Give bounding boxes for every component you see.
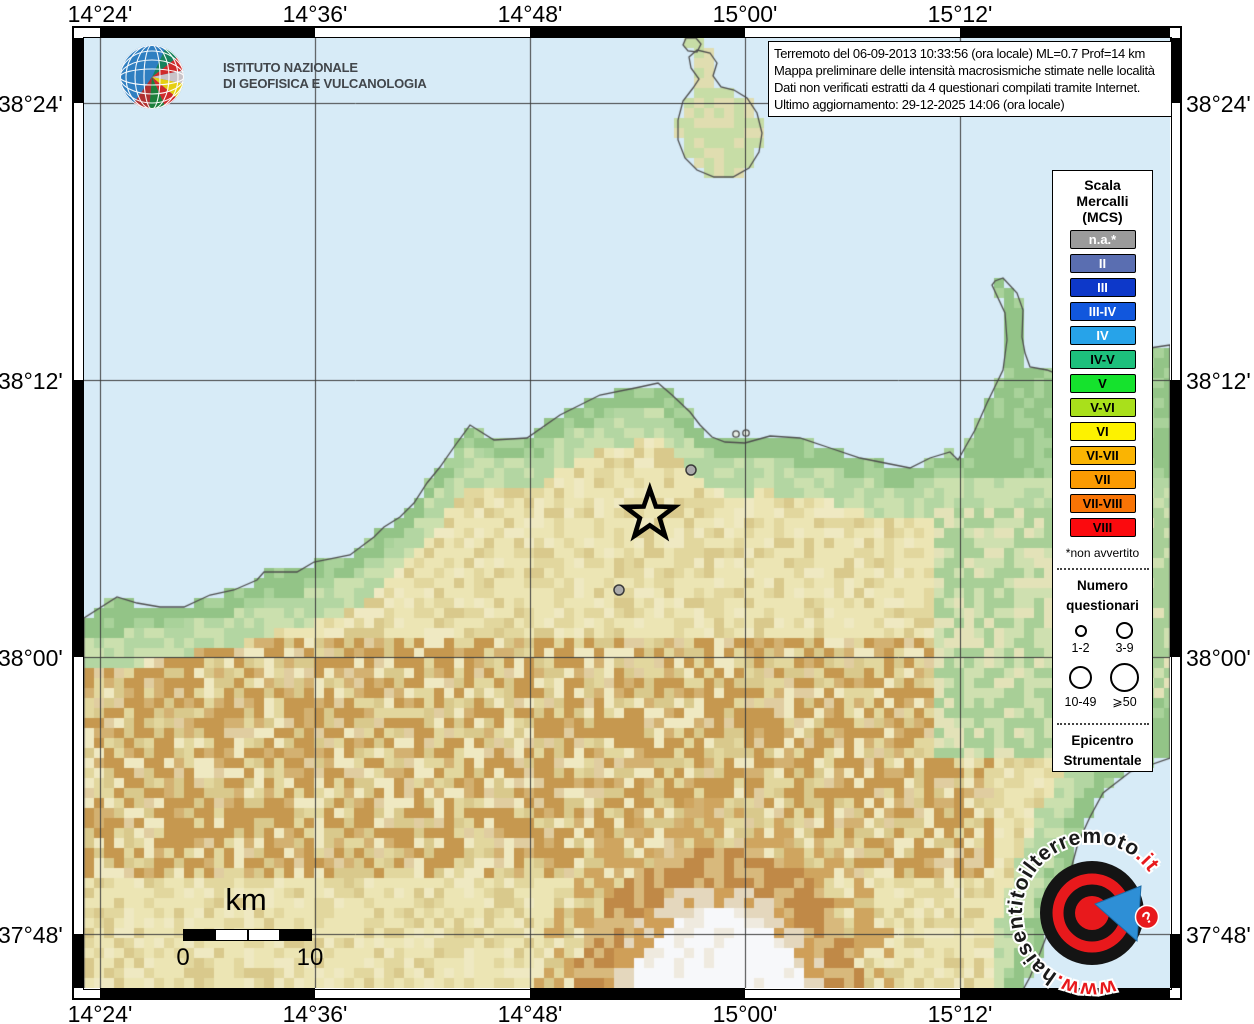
questionnaire-size-label: 3-9 [1115,641,1134,655]
frame-band-segment [84,28,100,38]
ingv-wordmark: ISTITUTO NAZIONALE DI GEOFISICA E VULCAN… [223,60,427,92]
frame-band-segment [745,28,960,38]
top-tick-label: 14°48' [497,1,563,27]
frame-band-segment [1170,380,1180,657]
frame-band-segment [1170,103,1180,380]
scalebar-segment [214,930,248,940]
scalebar-unit: km [225,882,267,917]
frame-band-segment [84,988,100,998]
legend-title-line: Scala [1084,177,1121,193]
frame-band-segment [74,380,84,657]
left-tick-label: 38°00' [0,645,63,671]
questionnaire-title-line: Numero [1076,578,1128,593]
frame-band-segment [745,988,960,998]
info-line-event: Terremoto del 06-09-2013 10:33:56 (ora l… [774,46,1146,61]
mcs-swatch-v-vi: V-VI [1069,398,1136,417]
bottom-tick-label: 14°48' [497,1001,563,1024]
earthquake-info-box: Terremoto del 06-09-2013 10:33:56 (ora l… [768,41,1172,117]
ingv-line1: ISTITUTO NAZIONALE [223,60,358,75]
questionnaire-size-circle [1069,666,1092,689]
legend-title-line: (MCS) [1082,209,1123,225]
mcs-swatch-vii: VII [1069,470,1136,489]
questionnaire-size-circle [1110,663,1139,692]
scalebar-end-label: 10 [296,944,324,971]
top-tick-label: 15°00' [712,1,778,27]
frame-band-segment [74,38,84,103]
top-tick-label: 15°12' [927,1,993,27]
right-tick-label: 38°24' [1186,91,1251,117]
mcs-swatch-iii-iv: III-IV [1069,302,1136,321]
scalebar [183,929,312,941]
frame-band-segment [74,28,84,38]
frame-band-segment [74,988,84,998]
legend-separator [1056,568,1149,570]
mcs-swatch-vi: VI [1069,422,1136,441]
legend-panel: Scala Mercalli (MCS) n.a.* II III III-IV IV I… [1052,170,1153,772]
mcs-swatch-vi-vii: VI-VII [1069,446,1136,465]
frame-band-segment [100,28,315,38]
mcs-scale-swatches: n.a.* II III III-IV IV IV-V V V-VI VI VI-VII VII VI… [1069,225,1136,537]
ingv-line2: DI GEOFISICA E VULCANOLOGIA [223,76,427,91]
questionnaire-size-circle [1074,624,1087,637]
terrain-map-canvas [84,38,1170,988]
left-tick-label: 38°24' [0,91,63,117]
epicenter-title-line: Epicentro [1071,733,1134,748]
mcs-swatch-n-a-: n.a.* [1069,230,1136,249]
frame-band-segment [74,103,84,380]
bottom-tick-label: 15°12' [927,1001,993,1024]
frame-band-segment [1170,934,1180,988]
epicenter-title-line: Strumentale [1063,753,1142,768]
frame-band-segment [100,988,315,998]
bottom-tick-label: 15°00' [712,1001,778,1024]
questionnaire-size-circle [1116,622,1133,639]
macroseismic-map-page: 14°24' 14°36' 14°48' 15°00' 15°12' 14°24' 14°… [0,0,1254,1024]
mcs-swatch-ii: II [1069,254,1136,273]
bottom-tick-label: 14°36' [282,1001,348,1024]
frame-band-segment [74,934,84,988]
right-tick-label: 38°00' [1186,645,1251,671]
questionnaire-size-label: 10-49 [1064,694,1097,709]
frame-band-segment [530,28,745,38]
frame-band-segment [315,988,530,998]
scalebar-segment [280,930,311,940]
frame-band-segment [1170,28,1180,38]
mcs-swatch-iii: III [1069,278,1136,297]
questionnaire-size-label: ⩾50 [1112,695,1137,709]
mcs-swatch-vii-viii: VII-VIII [1069,494,1136,513]
frame-band-segment [74,657,84,934]
right-tick-label: 38°12' [1186,368,1251,394]
info-line-updated: Ultimo aggiornamento: 29-12-2025 14:06 (… [774,97,1065,112]
mcs-swatch-viii: VIII [1069,518,1136,537]
scalebar-start-label: 0 [176,944,190,971]
scalebar-segment [247,930,281,940]
frame-band-segment [960,28,1170,38]
left-tick-label: 37°48' [0,922,63,948]
top-tick-label: 14°24' [67,1,133,27]
mcs-swatch-v: V [1069,374,1136,393]
left-tick-label: 38°12' [0,368,63,394]
frame-band-segment [315,28,530,38]
info-line-data: Dati non verificati estratti da 4 questi… [774,80,1141,95]
scalebar-segment [184,930,215,940]
bottom-tick-label: 14°24' [67,1001,133,1024]
frame-band-segment [1170,988,1180,998]
questionnaire-title-line: questionari [1066,598,1139,613]
right-tick-label: 37°48' [1186,922,1251,948]
mcs-swatch-iv-v: IV-V [1069,350,1136,369]
questionnaire-size-label: 1-2 [1071,641,1090,655]
questionnaire-size-key: 1-2 3-9 10-49 ⩾50 [1059,622,1147,715]
legend-footnote: *non avvertito [1065,546,1140,560]
legend-title-line: Mercalli [1076,193,1129,209]
frame-band-segment [960,988,1170,998]
legend-separator [1056,723,1149,725]
mcs-swatch-iv: IV [1069,326,1136,345]
top-tick-label: 14°36' [282,1,348,27]
frame-band-segment [1170,657,1180,934]
info-line-map: Mappa preliminare delle intensità macros… [774,63,1155,78]
frame-band-segment [530,988,745,998]
